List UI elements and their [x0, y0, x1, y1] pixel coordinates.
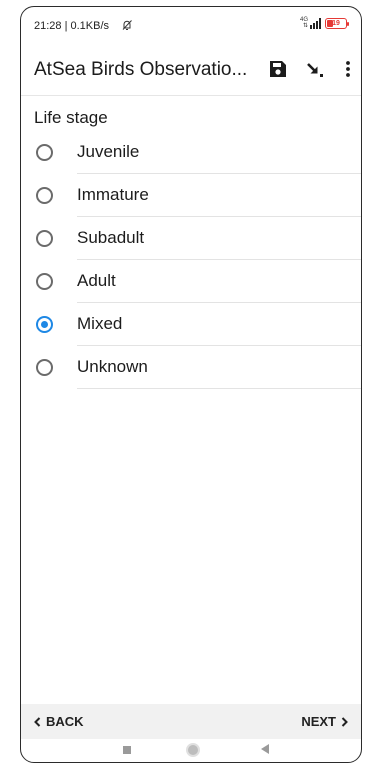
more-vert-icon[interactable] — [341, 59, 355, 79]
status-right: 4G ⇅ 19 — [300, 17, 349, 29]
next-button[interactable]: NEXT — [301, 714, 349, 729]
radio-unchecked-icon[interactable] — [36, 273, 53, 290]
form-title: AtSea Birds Observatio... — [34, 59, 248, 80]
signal-icon — [310, 17, 321, 29]
phone-screen: 21:28 | 0.1KB/s 4G ⇅ 19 AtSea Birds Obse… — [20, 6, 362, 763]
chevron-left-icon — [34, 716, 41, 727]
network-indicator: 4G ⇅ — [300, 17, 308, 29]
question-label: Life stage — [34, 108, 108, 127]
system-navigation — [21, 739, 361, 762]
form-navigation: BACK NEXT — [21, 704, 361, 739]
recents-icon[interactable] — [123, 746, 131, 754]
app-bar-divider — [21, 95, 361, 96]
radio-unchecked-icon[interactable] — [36, 187, 53, 204]
app-bar: AtSea Birds Observatio... — [21, 47, 361, 91]
radio-unchecked-icon[interactable] — [36, 230, 53, 247]
option-label: Immature — [77, 185, 149, 204]
battery-level: 19 — [332, 19, 340, 27]
radio-unchecked-icon[interactable] — [36, 359, 53, 376]
option-label: Juvenile — [77, 142, 140, 161]
radio-unchecked-icon[interactable] — [36, 144, 53, 161]
option-adult[interactable]: Adult — [21, 260, 361, 303]
option-label: Unknown — [77, 357, 148, 376]
battery-icon: 19 — [325, 17, 349, 29]
go-to-icon[interactable] — [305, 59, 325, 79]
status-time: 21:28 | 0.1KB/s — [34, 20, 110, 32]
option-label: Adult — [77, 271, 116, 290]
back-label: BACK — [46, 714, 84, 729]
option-label: Subadult — [77, 228, 145, 247]
option-immature[interactable]: Immature — [21, 174, 361, 217]
system-back-icon[interactable] — [261, 744, 269, 754]
option-divider — [77, 388, 361, 389]
network-arrows-icon: ⇅ — [302, 23, 308, 29]
notifications-off-icon — [122, 20, 132, 30]
screen-frame: 21:28 | 0.1KB/s 4G ⇅ 19 AtSea Birds Obse… — [0, 0, 375, 769]
next-label: NEXT — [301, 714, 336, 729]
option-mixed[interactable]: Mixed — [21, 303, 361, 346]
home-icon[interactable] — [186, 743, 200, 757]
option-unknown[interactable]: Unknown — [21, 346, 361, 389]
option-juvenile[interactable]: Juvenile — [21, 131, 361, 174]
option-label: Mixed — [77, 314, 123, 333]
status-bar: 21:28 | 0.1KB/s 4G ⇅ 19 — [21, 7, 361, 45]
life-stage-options: Juvenile Immature Subadult Adult Mixed Unknow… — [21, 131, 361, 389]
radio-checked-icon[interactable] — [36, 316, 53, 333]
chevron-right-icon — [341, 716, 348, 727]
option-subadult[interactable]: Subadult — [21, 217, 361, 260]
back-button[interactable]: BACK — [33, 714, 84, 729]
save-icon[interactable] — [268, 59, 288, 79]
